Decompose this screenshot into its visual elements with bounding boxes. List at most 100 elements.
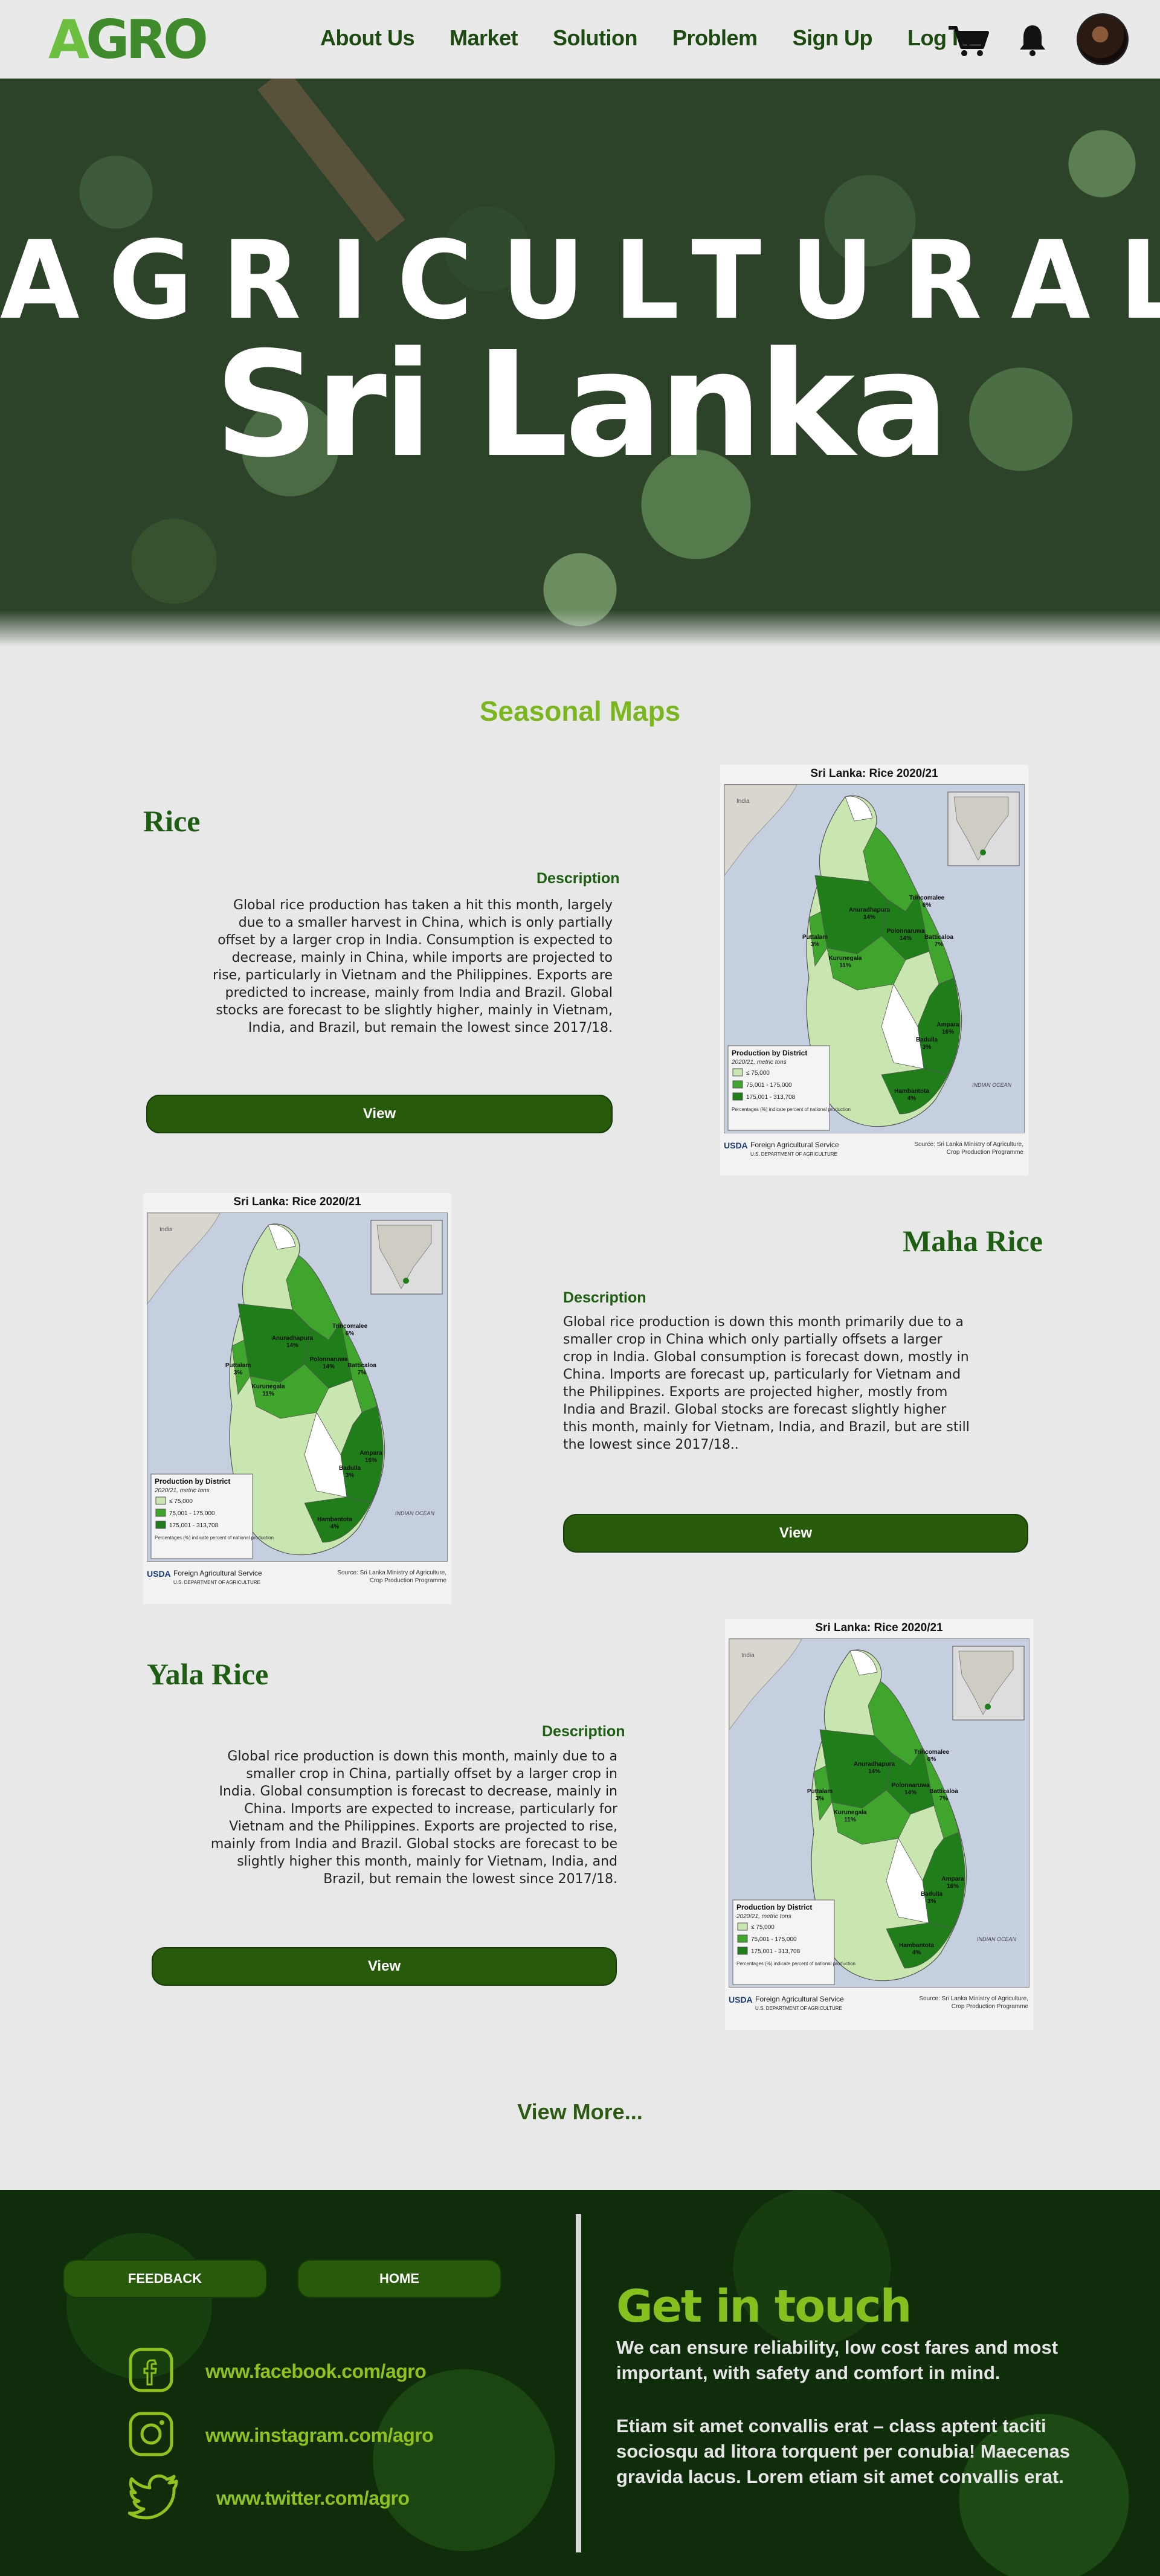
svg-text:INDIAN OCEAN: INDIAN OCEAN xyxy=(395,1510,435,1516)
map-frame: India INDIAN OCEAN Anuradhapura 14% Trinco… xyxy=(724,784,1025,1133)
svg-text:Percentages (%) indicate perce: Percentages (%) indicate percent of nati… xyxy=(732,1107,851,1112)
district-label: Polonnaruwa xyxy=(892,1782,930,1789)
district-label: Hambantota xyxy=(317,1516,352,1523)
svg-text:India: India xyxy=(160,1226,173,1233)
district-percent: 11% xyxy=(844,1817,856,1823)
hero-title-sri-lanka: Sri Lanka xyxy=(214,320,949,489)
usda-logo: USDA xyxy=(724,1141,748,1150)
district-percent: 4% xyxy=(907,1095,917,1102)
district-label: Puttalam xyxy=(802,934,828,941)
district-percent: 14% xyxy=(863,914,875,921)
twitter-icon xyxy=(127,2474,180,2523)
district-percent: 7% xyxy=(358,1370,367,1376)
district-percent: 14% xyxy=(904,1789,917,1796)
district-label: Badulla xyxy=(916,1037,938,1043)
map-frame: India INDIAN OCEAN Anuradhapura 14% Trinco… xyxy=(729,1638,1030,1988)
district-percent: 3% xyxy=(923,1044,932,1051)
district-percent: 3% xyxy=(816,1795,825,1802)
svg-text:2020/21, metric tons: 2020/21, metric tons xyxy=(736,1913,791,1920)
district-percent: 6% xyxy=(346,1330,355,1337)
cart-icon[interactable] xyxy=(947,24,990,61)
svg-text:INDIAN OCEAN: INDIAN OCEAN xyxy=(977,1936,1017,1942)
map-source: Source: Sri Lanka Ministry of Agricultur… xyxy=(337,1570,446,1584)
svg-text:≤ 75,000: ≤ 75,000 xyxy=(746,1070,770,1077)
district-percent: 16% xyxy=(365,1457,377,1464)
district-percent: 3% xyxy=(234,1370,243,1376)
agency-name: Foreign Agricultural Service U.S. DEPARTM… xyxy=(750,1141,839,1157)
agro-logo[interactable]: AGRO xyxy=(48,13,208,66)
svg-text:2020/21, metric tons: 2020/21, metric tons xyxy=(154,1487,210,1494)
svg-text:2020/21, metric tons: 2020/21, metric tons xyxy=(731,1059,787,1066)
map-source: Source: Sri Lanka Ministry of Agricultur… xyxy=(914,1141,1023,1156)
social-instagram[interactable]: www.instagram.com/agro xyxy=(128,2411,434,2460)
footer-divider xyxy=(576,2214,581,2552)
avatar[interactable] xyxy=(1077,13,1129,65)
map-footer: USDA Foreign Agricultural Service U.S. DE… xyxy=(729,1992,1030,2026)
district-percent: 14% xyxy=(323,1364,335,1370)
district-label: Kurunegala xyxy=(828,955,862,962)
nav-about-us[interactable]: About Us xyxy=(320,25,414,51)
home-button[interactable]: HOME xyxy=(297,2259,501,2298)
district-percent: 7% xyxy=(939,1795,949,1802)
district-label: Polonnaruwa xyxy=(310,1356,348,1363)
district-label: Polonnaruwa xyxy=(887,928,925,935)
maha-rice-map: Sri Lanka: Rice 2020/21 India INDIAN OCE… xyxy=(143,1193,451,1604)
svg-text:India: India xyxy=(741,1652,755,1659)
card-maha-rice-view-button[interactable]: View xyxy=(563,1514,1028,1553)
card-maha-rice-description-label: Description xyxy=(563,1289,646,1306)
usda-logo: USDA xyxy=(729,1995,753,2004)
top-navbar: AGRO About Us Market Solution Problem Si… xyxy=(0,0,1160,79)
svg-text:75,001 - 175,000: 75,001 - 175,000 xyxy=(751,1936,797,1943)
district-percent: 6% xyxy=(927,1756,936,1763)
svg-text:75,001 - 175,000: 75,001 - 175,000 xyxy=(169,1510,215,1517)
map-source: Source: Sri Lanka Ministry of Agricultur… xyxy=(919,1995,1028,2010)
card-yala-rice-view-button[interactable]: View xyxy=(152,1947,617,1986)
svg-text:≤ 75,000: ≤ 75,000 xyxy=(169,1498,193,1505)
district-label: Kurunegala xyxy=(833,1809,866,1816)
svg-text:175,001 - 313,708: 175,001 - 313,708 xyxy=(746,1094,796,1101)
map-frame: India INDIAN OCEAN Anuradhapura 14% Trinco… xyxy=(147,1212,448,1562)
card-maha-rice-title: Maha Rice xyxy=(903,1224,1043,1258)
facebook-icon xyxy=(128,2347,174,2396)
nav-solution[interactable]: Solution xyxy=(553,25,637,51)
nav-sign-up[interactable]: Sign Up xyxy=(793,25,873,51)
card-rice-view-button[interactable]: View xyxy=(146,1095,613,1133)
social-facebook[interactable]: www.facebook.com/agro xyxy=(128,2347,427,2396)
nav-market[interactable]: Market xyxy=(450,25,518,51)
instagram-icon xyxy=(128,2411,174,2460)
map-title: Sri Lanka: Rice 2020/21 xyxy=(815,1621,943,1634)
instagram-link[interactable]: www.instagram.com/agro xyxy=(205,2424,434,2447)
card-yala-rice-description-label: Description xyxy=(542,1723,625,1740)
svg-text:≤ 75,000: ≤ 75,000 xyxy=(751,1924,775,1931)
agency-name: Foreign Agricultural Service U.S. DEPARTM… xyxy=(173,1569,262,1585)
card-rice-body: Global rice production has taken a hit t… xyxy=(213,898,613,1035)
district-percent: 6% xyxy=(923,902,932,909)
nav-links: About Us Market Solution Problem Sign Up… xyxy=(320,25,1006,51)
view-more-link[interactable]: View More... xyxy=(0,2099,1160,2125)
nav-problem[interactable]: Problem xyxy=(672,25,758,51)
social-twitter[interactable]: www.twitter.com/agro xyxy=(127,2474,410,2523)
district-percent: 3% xyxy=(927,1898,936,1905)
district-percent: 16% xyxy=(947,1883,959,1890)
bell-icon[interactable] xyxy=(1017,23,1048,60)
svg-text:Percentages (%) indicate perce: Percentages (%) indicate percent of nati… xyxy=(155,1535,274,1541)
svg-text:Production by District: Production by District xyxy=(732,1049,807,1057)
district-label: Puttalam xyxy=(807,1788,833,1795)
district-label: Trincomalee xyxy=(914,1749,950,1756)
get-in-touch-lorem: Etiam sit amet convallis erat – class ap… xyxy=(616,2415,1071,2487)
district-label: Anuradhapura xyxy=(272,1335,314,1342)
map-footer: USDA Foreign Agricultural Service U.S. DE… xyxy=(724,1138,1025,1172)
map-title: Sri Lanka: Rice 2020/21 xyxy=(233,1196,361,1208)
district-label: Anuradhapura xyxy=(854,1761,895,1768)
district-percent: 11% xyxy=(262,1391,274,1397)
feedback-button[interactable]: FEEDBACK xyxy=(63,2259,267,2298)
district-percent: 3% xyxy=(811,941,820,948)
svg-text:175,001 - 313,708: 175,001 - 313,708 xyxy=(169,1522,219,1529)
get-in-touch-tagline: We can ensure reliability, low cost fare… xyxy=(616,2337,1058,2383)
rice-map: Sri Lanka: Rice 2020/21 India INDIAN OCE… xyxy=(720,765,1028,1176)
svg-text:Production by District: Production by District xyxy=(736,1903,812,1911)
district-percent: 14% xyxy=(900,935,912,942)
district-label: Batticaloa xyxy=(924,934,953,941)
twitter-link[interactable]: www.twitter.com/agro xyxy=(216,2487,410,2510)
facebook-link[interactable]: www.facebook.com/agro xyxy=(205,2360,427,2383)
